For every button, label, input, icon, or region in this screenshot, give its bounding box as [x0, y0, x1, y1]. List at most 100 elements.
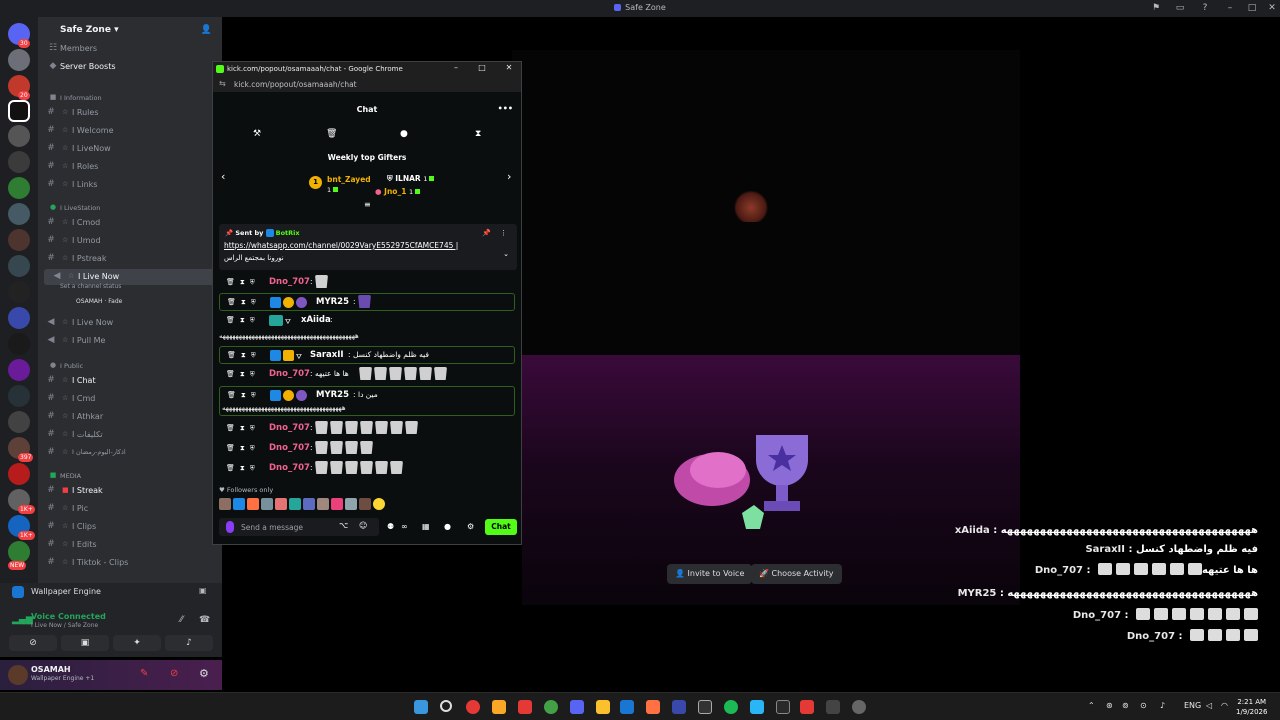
- emote[interactable]: [289, 498, 301, 510]
- invite-to-voice-button[interactable]: 👤 Invite to Voice: [667, 564, 753, 584]
- pin-icon[interactable]: 📌: [482, 229, 491, 237]
- server-icon[interactable]: [8, 541, 30, 563]
- app-icon[interactable]: [800, 700, 814, 714]
- screen-share-button[interactable]: ▣: [61, 635, 109, 651]
- server-icon[interactable]: [8, 151, 30, 173]
- server-icon[interactable]: [8, 125, 30, 147]
- command-icon[interactable]: ⌥: [339, 521, 348, 530]
- chat-message[interactable]: 🗑⧗⛨ Dno_707:: [219, 420, 515, 438]
- server-icon[interactable]: [8, 255, 30, 277]
- collapse-icon[interactable]: ≡: [364, 200, 371, 209]
- activities-button[interactable]: ✦: [113, 635, 161, 651]
- tray-icon[interactable]: ⊛: [1106, 701, 1113, 710]
- emote[interactable]: [345, 498, 357, 510]
- emote[interactable]: [359, 498, 371, 510]
- emote[interactable]: [219, 498, 231, 510]
- server-icon[interactable]: [8, 411, 30, 433]
- server-icon[interactable]: [8, 203, 30, 225]
- send-chat-button[interactable]: Chat: [485, 519, 517, 535]
- server-icon[interactable]: [8, 385, 30, 407]
- infinity-icon[interactable]: ∞: [401, 522, 408, 531]
- language-indicator[interactable]: ENG: [1184, 701, 1201, 710]
- channel-rules[interactable]: # ☆ I Rules: [38, 105, 222, 121]
- app-icon[interactable]: [466, 700, 480, 714]
- server-icon-active[interactable]: [8, 100, 30, 122]
- disconnect-icon[interactable]: ☎: [199, 615, 210, 625]
- search-icon[interactable]: [440, 700, 452, 712]
- channel-status-hint[interactable]: Set a channel status: [60, 283, 121, 290]
- server-icon[interactable]: [8, 333, 30, 355]
- server-name[interactable]: Safe Zone ▾: [38, 17, 222, 43]
- server-icon[interactable]: [8, 359, 30, 381]
- maximize-icon[interactable]: □: [475, 63, 489, 75]
- app-icon[interactable]: [672, 700, 686, 714]
- voice-channel-live-now-2[interactable]: ◀ ☆ I Live Now: [38, 315, 222, 331]
- tray-icon[interactable]: ⊚: [1122, 701, 1129, 710]
- chat-message[interactable]: 🗑⧗⛨ Dno_707:: [219, 274, 515, 292]
- channel-pstreak[interactable]: # ☆ I Pstreak: [38, 251, 222, 267]
- channel-edits[interactable]: # ☆ I Edits: [38, 537, 222, 553]
- gifter-name[interactable]: ● Jno_1 1: [375, 187, 421, 196]
- close-icon[interactable]: ✕: [502, 63, 516, 75]
- channel-athkar-ramadan[interactable]: # ☆ I اذكار-اليوم-رمضان: [38, 445, 222, 461]
- chat-bubble-icon[interactable]: ●: [444, 522, 451, 531]
- channel-chat[interactable]: # ☆ I Chat: [38, 373, 222, 389]
- pinned-link[interactable]: https://whatsapp.com/channel/0029VaryE55…: [224, 241, 458, 250]
- discord-icon[interactable]: [570, 700, 584, 714]
- windows-start-icon[interactable]: [414, 700, 428, 714]
- volume-icon[interactable]: ◁: [1206, 701, 1212, 710]
- server-icon[interactable]: [8, 177, 30, 199]
- chat-message[interactable]: 🗑⧗⛨ MYR25:: [219, 293, 515, 311]
- more-icon[interactable]: •••: [498, 104, 513, 113]
- chevron-up-icon[interactable]: ⌃: [1088, 701, 1095, 710]
- inbox-icon[interactable]: ⚑: [1150, 2, 1162, 14]
- app-icon[interactable]: [776, 700, 790, 714]
- emote[interactable]: [373, 498, 385, 510]
- server-icon[interactable]: [8, 281, 30, 303]
- minimize-icon[interactable]: –: [1224, 2, 1236, 14]
- server-boosts-item[interactable]: ◆ Server Boosts: [38, 59, 222, 75]
- ban-hammer-icon[interactable]: ⚒: [253, 129, 261, 139]
- channel-links[interactable]: # ☆ I Links: [38, 177, 222, 193]
- channel-clips[interactable]: # ☆ I Clips: [38, 519, 222, 535]
- close-icon[interactable]: ✕: [1266, 2, 1278, 14]
- mute-icon[interactable]: ✎: [140, 668, 148, 679]
- voice-connected-label[interactable]: Voice Connected: [31, 612, 106, 621]
- activity-settings-icon[interactable]: ▣: [199, 586, 207, 595]
- settings-gear-icon[interactable]: ⚙: [467, 522, 474, 531]
- maximize-icon[interactable]: □: [1246, 2, 1258, 14]
- settings-gear-icon[interactable]: ⚙: [199, 667, 209, 680]
- emote[interactable]: [233, 498, 245, 510]
- chat-bubble-icon[interactable]: ●: [400, 129, 408, 139]
- chevron-right-icon[interactable]: ›: [507, 170, 511, 183]
- emote[interactable]: [247, 498, 259, 510]
- channel-takleefat[interactable]: # ☆ I تكليفات: [38, 427, 222, 443]
- users-icon[interactable]: ⚉: [387, 522, 394, 531]
- server-icon[interactable]: [8, 229, 30, 251]
- channel-livenow[interactable]: # ☆ I LiveNow: [38, 141, 222, 157]
- camera-button[interactable]: ⊘: [9, 635, 57, 651]
- chat-message[interactable]: 🗑⧗⛨ Dno_707:: [219, 440, 515, 458]
- app-icon[interactable]: [518, 700, 532, 714]
- chat-message[interactable]: 🗑⧗⛨ ⛛ SaraxII: فيه ظلم واضطهاد كنسل: [219, 346, 515, 364]
- wifi-icon[interactable]: ◠: [1221, 701, 1228, 710]
- channel-umod[interactable]: # ☆ I Umod: [38, 233, 222, 249]
- choose-activity-button[interactable]: 🚀 Choose Activity: [751, 564, 842, 584]
- app-icon[interactable]: [852, 700, 866, 714]
- deafen-icon[interactable]: ⊘: [170, 668, 178, 679]
- server-icon[interactable]: [8, 463, 30, 485]
- screen-icon[interactable]: ▭: [1174, 2, 1186, 14]
- more-icon[interactable]: ⋮: [500, 229, 507, 237]
- steam-icon[interactable]: [620, 700, 634, 714]
- voice-channel-pull-me[interactable]: ◀ ☆ I Pull Me: [38, 333, 222, 349]
- timeout-icon[interactable]: ⧗: [475, 129, 481, 139]
- chrome-icon[interactable]: [544, 700, 558, 714]
- tray-icon[interactable]: ⊙: [1140, 701, 1147, 710]
- chat-message[interactable]: 🗑⧗⛨ Dno_707: ها ها عتيهه: [219, 366, 515, 384]
- server-icon[interactable]: [8, 49, 30, 71]
- gifter-name[interactable]: bnt_Zayed: [327, 175, 371, 184]
- app-icon[interactable]: [826, 700, 840, 714]
- emote[interactable]: [275, 498, 287, 510]
- app-icon[interactable]: [750, 700, 764, 714]
- chat-message[interactable]: 🗑⧗⛨ ⛛ xAiida:: [219, 312, 515, 330]
